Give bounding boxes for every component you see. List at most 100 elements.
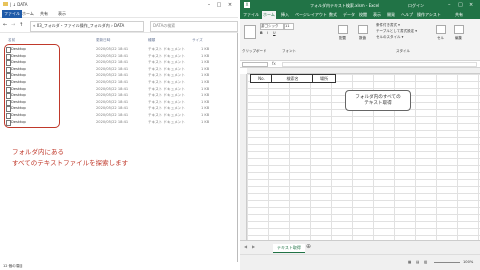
tab-help[interactable]: ヘルプ — [400, 11, 414, 19]
get-text-button[interactable]: フォルダ内のすべての テキスト取得 — [345, 90, 411, 111]
font-group-label: フォント — [282, 49, 296, 53]
column-date[interactable]: 更新日時 — [96, 36, 110, 44]
maximize-icon[interactable]: □ — [458, 2, 463, 8]
bold-button[interactable]: B — [260, 31, 263, 35]
excel-logo-icon: X — [244, 2, 250, 8]
fx-icon: fx — [272, 61, 276, 66]
item-count: 12 個の項目 — [3, 264, 23, 268]
number-format-icon[interactable] — [358, 25, 368, 34]
tab-data[interactable]: データ — [342, 11, 356, 19]
back-arrow-icon[interactable]: ← — [3, 22, 7, 28]
tab-file[interactable]: ファイル — [2, 10, 22, 18]
paste-icon[interactable] — [244, 25, 256, 39]
close-icon[interactable]: × — [226, 2, 234, 8]
excel-status-bar: ▦ ▤ ▥ 100% — [240, 254, 480, 270]
file-type: テキスト ドキュメント — [148, 80, 185, 84]
user-label[interactable]: ログイン — [408, 3, 424, 9]
file-size: 1 KB — [201, 86, 210, 91]
italic-button[interactable]: I — [267, 31, 268, 35]
tab-file[interactable]: ファイル — [242, 11, 260, 19]
column-name[interactable]: 名前 — [8, 36, 15, 44]
name-box[interactable] — [242, 62, 268, 67]
tab-home[interactable]: ホーム — [20, 10, 36, 18]
file-type: テキスト ドキュメント — [148, 60, 185, 65]
clipboard-group-label: クリップボード — [242, 49, 267, 53]
search-field[interactable]: DATAの検索 — [150, 21, 238, 32]
cell-styles-button[interactable]: セルのスタイル ▾ — [376, 35, 403, 40]
format-as-table-button[interactable]: テーブルとして書式設定 ▾ — [376, 29, 417, 34]
underline-button[interactable]: U — [273, 31, 276, 35]
file-type: テキスト ドキュメント — [148, 73, 185, 78]
file-size: 1 KB — [201, 113, 210, 117]
highlight-box — [4, 44, 60, 128]
maximize-icon[interactable]: □ — [215, 2, 223, 8]
number-group-label: 数値 — [359, 36, 366, 40]
annotation-text-1: フォルダ内にある — [12, 148, 64, 156]
explorer-title-bar: | ↓ DATA – □ × — [0, 0, 238, 10]
column-type[interactable]: 種類 — [148, 36, 155, 44]
sheet-nav-left-icon[interactable]: ◀ — [244, 244, 247, 249]
font-size-value: 11 — [285, 24, 290, 28]
conditional-format-button[interactable]: 条件付き書式 ▾ — [376, 23, 400, 28]
minimize-icon[interactable]: – — [448, 2, 451, 8]
file-type: テキスト ドキュメント — [148, 93, 185, 98]
formula-input[interactable] — [282, 62, 477, 67]
zoom-slider[interactable] — [434, 262, 460, 263]
zoom-level[interactable]: 100% — [463, 260, 473, 264]
tab-review[interactable]: 校閲 — [358, 11, 368, 19]
editing-group-label: 編集 — [455, 36, 462, 40]
sheet-nav-right-icon[interactable]: ▶ — [252, 244, 255, 249]
page-layout-icon[interactable]: ▤ — [416, 260, 419, 264]
file-size: 1 KB — [201, 99, 210, 104]
cells-icon[interactable] — [436, 25, 446, 34]
file-date: 2020/05/22 18:41 — [96, 113, 129, 117]
tab-page-layout[interactable]: ページレイアウト — [294, 11, 328, 19]
tab-formulas[interactable]: 数式 — [328, 11, 338, 19]
file-type: テキスト ドキュメント — [148, 119, 185, 124]
file-date: 2020/05/22 18:41 — [96, 73, 129, 78]
file-size: 1 KB — [201, 119, 210, 124]
tab-view[interactable]: 表示 — [56, 10, 68, 18]
excel-title-bar: X フォルダ内テキスト検索.xlsm - Excel ログイン – □ × — [240, 0, 480, 11]
font-name-field[interactable]: 游ゴシック — [260, 23, 284, 30]
file-date: 2020/05/22 18:41 — [96, 119, 129, 124]
align-icon[interactable] — [338, 25, 348, 34]
add-sheet-icon[interactable]: ⊕ — [306, 243, 311, 250]
header-cell-location[interactable]: 場所 — [312, 74, 336, 83]
formula-bar: fx — [240, 61, 480, 68]
file-size: 1 KB — [201, 47, 210, 51]
tab-insert[interactable]: 挿入 — [280, 11, 290, 19]
sheet-tab[interactable]: テキスト取得 — [273, 244, 305, 253]
header-cell-search-name[interactable]: 検索名 — [271, 74, 314, 83]
folder-icon — [3, 2, 8, 6]
close-icon[interactable]: × — [469, 2, 473, 8]
normal-view-icon[interactable]: ▦ — [408, 260, 411, 264]
page-break-icon[interactable]: ▥ — [424, 260, 427, 264]
editing-icon[interactable] — [454, 25, 464, 34]
explorer-ribbon-tabs: ファイル ホーム 共有 表示 — [0, 10, 238, 18]
explorer-status-bar: 12 個の項目 — [0, 262, 238, 270]
excel-ribbon-tabs: ファイル ホーム 挿入 ページレイアウト 数式 データ 校閲 表示 開発 ヘルプ… — [240, 11, 480, 19]
column-size[interactable]: サイズ — [192, 36, 203, 44]
excel-window: X フォルダ内テキスト検索.xlsm - Excel ログイン – □ × ファ… — [240, 0, 480, 270]
sheet-tab-bar: ◀ ▶ テキスト取得 ⊕ — [240, 240, 480, 254]
tab-view[interactable]: 表示 — [372, 11, 382, 19]
get-text-button-line2: テキスト取得 — [364, 101, 392, 106]
tab-developer[interactable]: 開発 — [386, 11, 396, 19]
annotation-text-2: すべてのテキストファイルを探索します — [12, 159, 129, 167]
header-cell-no[interactable]: No. — [250, 74, 273, 83]
tab-share[interactable]: 共有 — [38, 10, 50, 18]
file-size: 1 KB — [201, 66, 210, 71]
explorer-address-bar: ← → ↑ « 03_フォルダ・ファイル操作_フォルダ内 › DATA DATA… — [0, 18, 238, 33]
address-path: « 03_フォルダ・ファイル操作_フォルダ内 › DATA — [33, 23, 125, 28]
minimize-icon[interactable]: – — [205, 2, 213, 8]
up-arrow-icon[interactable]: ↑ — [19, 22, 23, 28]
excel-title: フォルダ内テキスト検索.xlsm - Excel — [310, 3, 380, 8]
font-size-field[interactable]: 11 — [284, 23, 294, 30]
address-field[interactable]: « 03_フォルダ・ファイル操作_フォルダ内 › DATA — [30, 21, 144, 32]
forward-arrow-icon[interactable]: → — [11, 22, 15, 28]
share-button[interactable]: 共有 — [454, 11, 464, 19]
tab-home[interactable]: ホーム — [262, 11, 276, 19]
tab-tell-me[interactable]: 操作アシスト — [416, 11, 442, 19]
file-type: テキスト ドキュメント — [148, 47, 185, 51]
